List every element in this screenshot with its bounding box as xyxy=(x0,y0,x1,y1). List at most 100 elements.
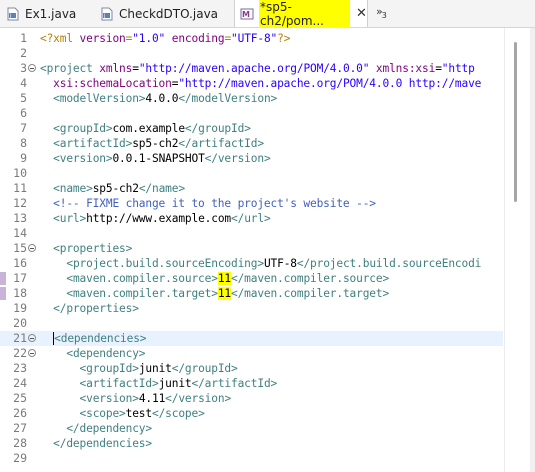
code-token: </ xyxy=(296,257,311,270)
code-line[interactable]: 25 <version>4.11</version> xyxy=(0,391,503,406)
code-line[interactable]: 2 xyxy=(0,46,503,61)
code-token: 11 xyxy=(217,287,231,300)
code-token: maven.compiler.source xyxy=(72,272,212,285)
fold-toggle-icon[interactable] xyxy=(28,244,36,252)
code-token: groupId xyxy=(86,362,133,375)
code-token: < xyxy=(66,257,73,270)
code-token: 11 xyxy=(217,272,231,285)
tab-overflow-button[interactable]: »3 xyxy=(376,5,387,20)
code-token: project xyxy=(46,62,93,75)
code-line[interactable]: 12 <!-- FIXME change it to the project's… xyxy=(0,196,503,211)
code-token: junit xyxy=(138,362,172,375)
line-number: 21 xyxy=(13,331,27,345)
code-token: dependencies xyxy=(60,332,140,345)
overflow-count: 3 xyxy=(381,11,387,21)
code-line[interactable]: 4 xsi:schemaLocation="http://maven.apach… xyxy=(0,76,503,91)
svg-text:J: J xyxy=(103,13,105,19)
code-line[interactable]: 22 <dependency> xyxy=(0,346,503,361)
line-number: 7 xyxy=(20,121,27,135)
code-token: > xyxy=(125,242,133,255)
line-number: 16 xyxy=(13,256,27,270)
line-number: 10 xyxy=(13,166,27,180)
code-line[interactable]: 3 <project xmlns="http://maven.apache.org… xyxy=(0,61,503,76)
code-token: 4.11 xyxy=(138,392,166,405)
fold-toggle-icon[interactable] xyxy=(28,334,36,342)
line-number: 8 xyxy=(20,136,27,150)
code-token: > xyxy=(263,152,271,165)
code-token: > xyxy=(211,287,218,300)
code-line[interactable]: 1 <?xml version="1.0" encoding="UTF-8"?> xyxy=(0,31,503,46)
code-line[interactable]: 9 <version>0.0.1-SNAPSHOT</version> xyxy=(0,151,503,166)
line-number: 5 xyxy=(20,91,27,105)
tab-pom-xml[interactable]: M *sp5-ch2/pom... ✕ xyxy=(234,0,368,28)
code-token: modelVersion xyxy=(191,92,271,105)
code-token: dependencies xyxy=(66,437,146,450)
fold-toggle-icon[interactable] xyxy=(28,64,36,72)
code-line[interactable]: 21 <dependencies> xyxy=(0,331,503,346)
code-token: test xyxy=(125,407,152,420)
code-line[interactable]: 5 <modelVersion>4.0.0</modelVersion> xyxy=(0,91,503,106)
editor-right-edge xyxy=(530,28,535,472)
code-line[interactable]: 17 <maven.compiler.source>11</maven.comp… xyxy=(0,271,503,286)
code-token: "http://maven.apache.org/POM/4.0.0 http:… xyxy=(178,77,482,90)
scrollbar-thumb[interactable] xyxy=(514,42,517,202)
code-line[interactable]: 23 <groupId>junit</groupId> xyxy=(0,361,503,376)
code-text: xsi:schemaLocation="http://maven.apache.… xyxy=(40,76,481,91)
fold-toggle-icon[interactable] xyxy=(28,349,36,357)
code-token: > xyxy=(151,377,159,390)
java-file-icon: J xyxy=(6,7,20,21)
line-number: 29 xyxy=(13,451,27,465)
code-line[interactable]: 29 xyxy=(0,451,503,466)
code-token: < xyxy=(54,332,61,345)
code-token: sp5-ch2 xyxy=(92,182,139,195)
code-line[interactable]: 18 <maven.compiler.target>11</maven.comp… xyxy=(0,286,503,301)
code-line[interactable]: 14 xyxy=(0,226,503,241)
code-token: scope xyxy=(165,407,199,420)
code-token: </ xyxy=(184,122,199,135)
code-line[interactable]: 10 xyxy=(0,166,503,181)
code-line[interactable]: 24 <artifactId>junit</artifactId> xyxy=(0,376,503,391)
xml-editor[interactable]: 1 <?xml version="1.0" encoding="UTF-8"?> 2… xyxy=(0,28,535,472)
code-token: > xyxy=(224,392,232,405)
code-token: > xyxy=(270,92,278,105)
code-line[interactable]: 28 </dependencies> xyxy=(0,436,503,451)
code-text: <name>sp5-ch2</name> xyxy=(40,181,185,196)
code-line[interactable]: 26 <scope>test</scope> xyxy=(0,406,503,421)
code-line[interactable]: 11 <name>sp5-ch2</name> xyxy=(0,181,503,196)
code-line[interactable]: 6 xyxy=(0,106,503,121)
code-token: < xyxy=(53,182,60,195)
code-text: <scope>test</scope> xyxy=(40,406,205,421)
code-line[interactable]: 20 xyxy=(0,316,503,331)
code-token: </ xyxy=(53,437,67,450)
code-line[interactable]: 8 <artifactId>sp5-ch2</artifactId> xyxy=(0,136,503,151)
code-line[interactable]: 27 </dependency> xyxy=(0,421,503,436)
code-token: > xyxy=(231,362,238,375)
code-text: <url>http://www.example.com</url> xyxy=(40,211,271,226)
code-token: "UTF-8" xyxy=(231,32,278,45)
code-token: dependency xyxy=(72,347,139,360)
code-line[interactable]: 16 <project.build.sourceEncoding>UTF-8</… xyxy=(0,256,503,271)
code-text: </properties> xyxy=(40,301,139,316)
code-token: name xyxy=(151,182,179,195)
line-number: 3 xyxy=(20,61,27,75)
code-token: > xyxy=(138,347,146,360)
code-token: 0.0.1-SNAPSHOT xyxy=(112,152,205,165)
code-line[interactable]: 19 </properties> xyxy=(0,301,503,316)
line-number: 15 xyxy=(13,241,27,255)
tab-ex1-java[interactable]: J Ex1.java xyxy=(6,0,92,27)
code-token: ?> xyxy=(277,32,291,45)
tab-checkddto-java[interactable]: J CheckdDTO.java xyxy=(100,0,230,27)
code-token: groupId xyxy=(198,122,245,135)
close-icon[interactable]: ✕ xyxy=(356,6,367,21)
code-line[interactable]: 7 <groupId>com.example</groupId> xyxy=(0,121,503,136)
code-line[interactable]: 13 <url>http://www.example.com</url> xyxy=(0,211,503,226)
code-token: modelVersion xyxy=(59,92,139,105)
code-line[interactable]: 15 <properties> xyxy=(0,241,503,256)
code-token: xsi:schemaLocation xyxy=(53,77,172,90)
